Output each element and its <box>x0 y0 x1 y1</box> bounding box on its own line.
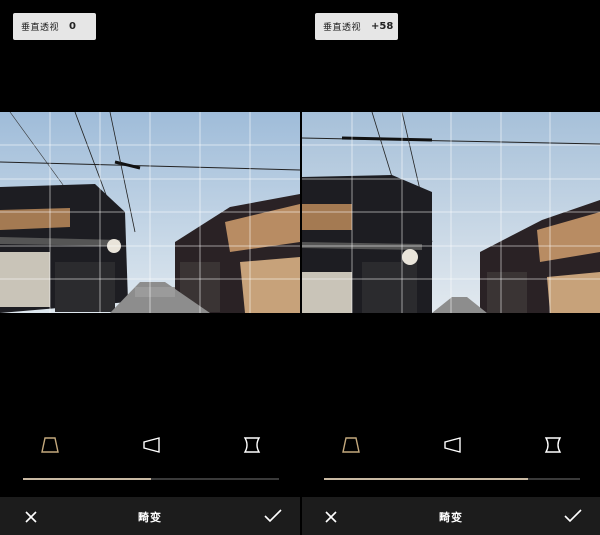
bottom-bar: 畸变 <box>0 497 300 535</box>
check-icon[interactable] <box>264 509 282 523</box>
perspective-badge: 垂直透视 +58 <box>315 13 398 40</box>
trapezoid-horizontal-icon <box>444 437 461 453</box>
trapezoid-horizontal-icon <box>143 437 160 453</box>
perspective-value: 0 <box>69 21 76 32</box>
tool-title: 畸变 <box>138 511 162 524</box>
tool-row <box>0 430 300 460</box>
screen-before: 垂直透视 0 畸变 <box>0 0 300 535</box>
tool-title: 畸变 <box>439 511 463 524</box>
street-photo <box>0 112 300 313</box>
photo-preview[interactable] <box>302 112 600 313</box>
trapezoid-vertical-icon <box>342 437 360 453</box>
slider-fill <box>23 478 151 480</box>
horizontal-perspective-tool[interactable] <box>137 430 167 460</box>
tool-row <box>302 430 600 460</box>
barrel-distortion-icon <box>243 437 261 453</box>
vertical-perspective-tool[interactable] <box>336 430 366 460</box>
street-photo <box>302 112 600 313</box>
perspective-label: 垂直透视 <box>21 23 60 33</box>
trapezoid-vertical-icon <box>41 437 59 453</box>
horizontal-perspective-tool[interactable] <box>438 430 468 460</box>
screen-after: 垂直透视 +58 畸变 <box>302 0 600 535</box>
close-icon[interactable] <box>24 510 38 524</box>
vertical-perspective-tool[interactable] <box>35 430 65 460</box>
photo-preview[interactable] <box>0 112 300 313</box>
slider-fill <box>324 478 528 480</box>
bottom-bar: 畸变 <box>302 497 600 535</box>
distortion-tool[interactable] <box>538 430 568 460</box>
perspective-badge: 垂直透视 0 <box>13 13 96 40</box>
perspective-value: +58 <box>371 21 394 32</box>
perspective-label: 垂直透视 <box>323 23 362 33</box>
barrel-distortion-icon <box>544 437 562 453</box>
adjustment-slider[interactable] <box>324 478 580 480</box>
close-icon[interactable] <box>324 510 338 524</box>
check-icon[interactable] <box>564 509 582 523</box>
distortion-tool[interactable] <box>237 430 267 460</box>
adjustment-slider[interactable] <box>23 478 279 480</box>
